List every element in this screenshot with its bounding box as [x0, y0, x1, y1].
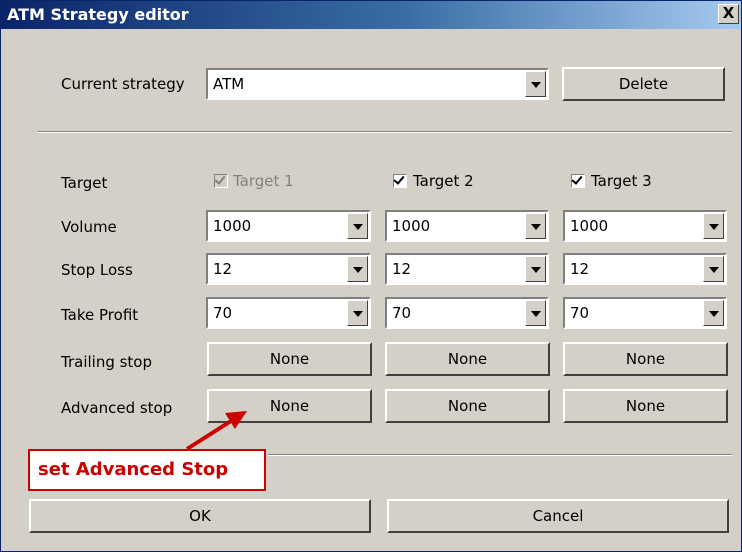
close-icon: X: [722, 4, 735, 22]
chevron-down-icon[interactable]: [703, 300, 724, 326]
cancel-button[interactable]: Cancel: [387, 499, 729, 533]
bottom-separator: [268, 454, 732, 456]
current-strategy-label: Current strategy: [61, 75, 185, 93]
target-2-stop-loss-combo[interactable]: 12: [385, 253, 549, 285]
target-3-volume-combo[interactable]: 1000: [563, 210, 727, 242]
target-2-label: Target 2: [413, 172, 474, 190]
chevron-down-icon[interactable]: [525, 213, 546, 239]
ok-button[interactable]: OK: [29, 499, 371, 533]
target-1-stop-loss-value: 12: [213, 260, 233, 278]
target-3-advanced-stop-button[interactable]: None: [563, 389, 728, 423]
target-3-take-profit-value: 70: [570, 304, 590, 322]
target-2-volume-combo[interactable]: 1000: [385, 210, 549, 242]
delete-button[interactable]: Delete: [562, 67, 725, 101]
target-3-volume-value: 1000: [570, 217, 609, 235]
target-1-take-profit-combo[interactable]: 70: [206, 297, 371, 329]
chevron-down-icon[interactable]: [525, 71, 546, 97]
target-1-volume-value: 1000: [213, 217, 252, 235]
row-label-stop-loss: Stop Loss: [61, 261, 133, 279]
target-2-checkbox[interactable]: [393, 173, 407, 188]
row-label-take-profit: Take Profit: [61, 306, 139, 324]
checkmark-icon: [571, 173, 583, 185]
target-1-trailing-stop-button[interactable]: None: [207, 342, 372, 376]
atm-strategy-editor-dialog: ATM Strategy editor X Current strategy A…: [0, 0, 742, 552]
annotation-arrow-icon: [185, 411, 247, 451]
target-1-checkbox[interactable]: [214, 173, 228, 188]
row-label-volume: Volume: [61, 218, 117, 236]
checkmark-icon: [214, 173, 226, 185]
target-2-stop-loss-value: 12: [392, 260, 412, 278]
chevron-down-icon[interactable]: [703, 256, 724, 282]
chevron-down-icon[interactable]: [347, 256, 368, 282]
checkmark-icon: [393, 173, 405, 185]
chevron-down-icon[interactable]: [703, 213, 724, 239]
target-2-take-profit-combo[interactable]: 70: [385, 297, 549, 329]
target-1-stop-loss-combo[interactable]: 12: [206, 253, 371, 285]
target-2-volume-value: 1000: [392, 217, 431, 235]
chevron-down-icon[interactable]: [347, 300, 368, 326]
target-3-stop-loss-combo[interactable]: 12: [563, 253, 727, 285]
target-3-label: Target 3: [591, 172, 652, 190]
target-2-take-profit-value: 70: [392, 304, 412, 322]
chevron-down-icon[interactable]: [347, 213, 368, 239]
row-label-trailing-stop: Trailing stop: [61, 353, 153, 371]
target-2-trailing-stop-button[interactable]: None: [385, 342, 550, 376]
target-3-checkbox[interactable]: [571, 173, 585, 188]
row-label-advanced-stop: Advanced stop: [61, 399, 173, 417]
target-1-take-profit-value: 70: [213, 304, 233, 322]
window-title: ATM Strategy editor: [7, 5, 189, 24]
chevron-down-icon[interactable]: [525, 300, 546, 326]
target-3-stop-loss-value: 12: [570, 260, 590, 278]
top-separator: [38, 131, 732, 133]
close-button[interactable]: X: [718, 4, 739, 24]
annotation-callout: set Advanced Stop: [28, 449, 266, 491]
title-bar[interactable]: ATM Strategy editor X: [1, 1, 741, 29]
current-strategy-combo[interactable]: ATM: [206, 68, 549, 100]
chevron-down-icon[interactable]: [525, 256, 546, 282]
target-3-take-profit-combo[interactable]: 70: [563, 297, 727, 329]
target-1-label: Target 1: [233, 172, 294, 190]
row-label-target: Target: [61, 174, 108, 192]
current-strategy-value: ATM: [213, 75, 245, 93]
target-3-trailing-stop-button[interactable]: None: [563, 342, 728, 376]
target-1-volume-combo[interactable]: 1000: [206, 210, 371, 242]
target-2-advanced-stop-button[interactable]: None: [385, 389, 550, 423]
